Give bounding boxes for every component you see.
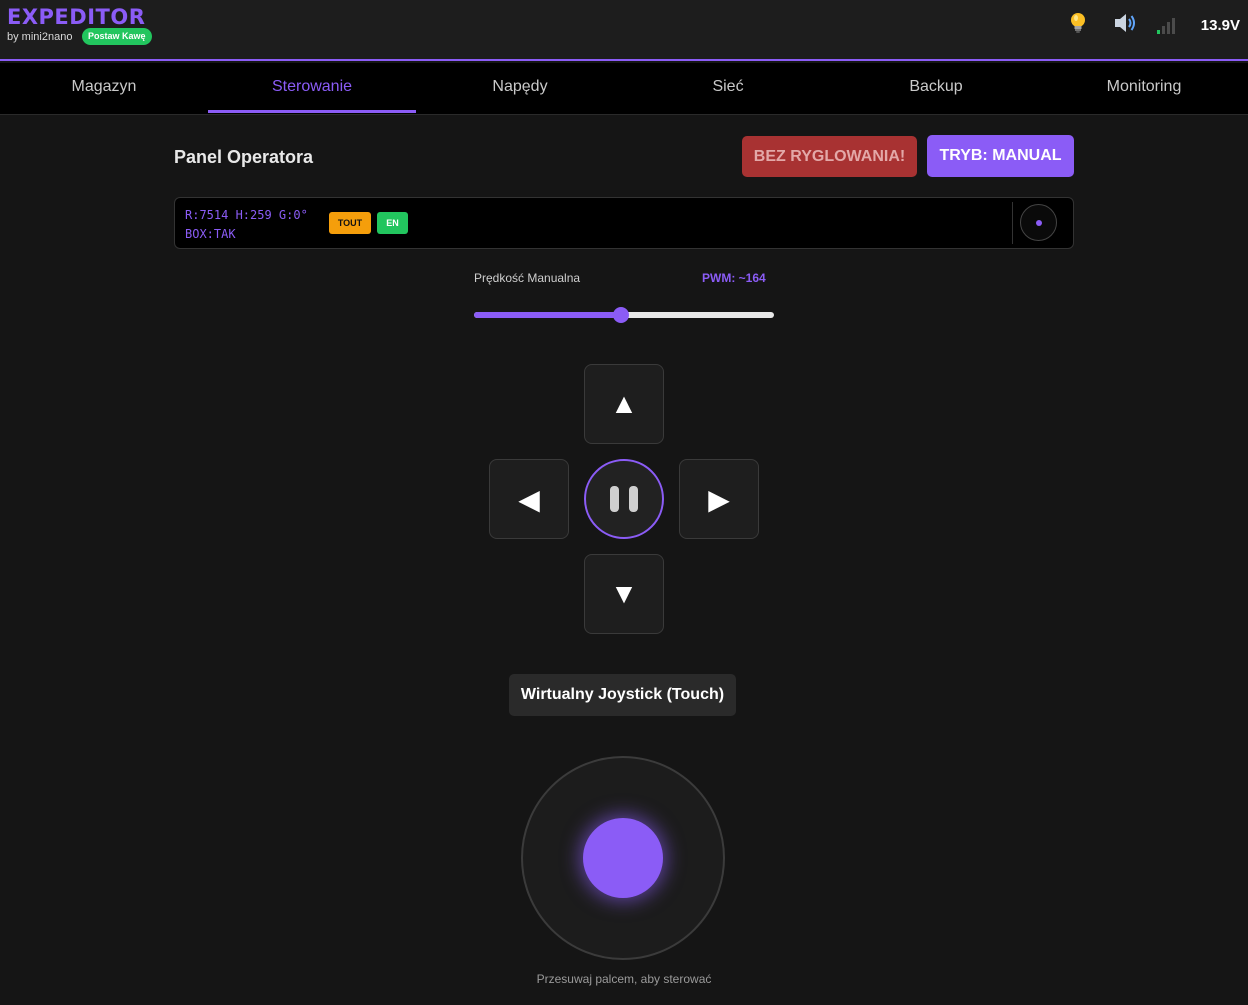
speed-label: Prędkość Manualna [474, 271, 581, 285]
tab-backup[interactable]: Backup [832, 63, 1040, 114]
tab-siec[interactable]: Sieć [624, 63, 832, 114]
pwm-readout: PWM: ~164 [702, 271, 766, 285]
bulb-icon[interactable] [1065, 10, 1091, 36]
interlock-toggle-button[interactable]: BEZ RYGLOWANIA! [742, 136, 917, 177]
arrow-left-icon: ◀ [518, 483, 540, 515]
timeout-badge: TOUT [329, 212, 371, 234]
app-subtitle: by mini2nano [7, 31, 73, 43]
slider-thumb[interactable] [613, 307, 629, 323]
joystick-hint: Przesuwaj palcem, aby sterować [536, 972, 712, 986]
tab-sterowanie[interactable]: Sterowanie [208, 63, 416, 114]
coffee-button[interactable]: Postaw Kawę [82, 28, 152, 45]
arrow-right-icon: ▶ [708, 483, 730, 515]
status-position-readout: R:7514 H:259 G:0° [185, 208, 308, 222]
move-down-button[interactable]: ▼ [584, 554, 664, 634]
arrow-down-icon: ▼ [610, 578, 638, 609]
stop-button[interactable] [584, 459, 664, 539]
move-up-button[interactable]: ▲ [584, 364, 664, 444]
slider-fill [474, 312, 621, 318]
joystick-knob[interactable] [583, 818, 663, 898]
app-title: EXPEDITOR [7, 5, 146, 29]
move-left-button[interactable]: ◀ [489, 459, 569, 539]
page-title: Panel Operatora [174, 147, 314, 167]
status-bar: R:7514 H:259 G:0° BOX:TAK TOUT EN [174, 197, 1074, 249]
status-indicator-button[interactable] [1020, 204, 1057, 241]
mode-toggle-button[interactable]: TRYB: MANUAL [927, 135, 1074, 177]
speaker-icon[interactable] [1112, 10, 1138, 36]
pause-icon [610, 486, 619, 512]
main-tabs: Magazyn Sterowanie Napędy Sieć Backup Mo… [0, 63, 1248, 115]
joystick-label: Wirtualny Joystick (Touch) [509, 674, 736, 716]
status-box-readout: BOX:TAK [185, 227, 236, 241]
move-right-button[interactable]: ▶ [679, 459, 759, 539]
tab-napedy[interactable]: Napędy [416, 63, 624, 114]
speed-slider[interactable] [474, 307, 774, 323]
enable-badge: EN [377, 212, 408, 234]
pause-icon [629, 486, 638, 512]
tab-magazyn[interactable]: Magazyn [0, 63, 208, 114]
arrow-up-icon: ▲ [610, 388, 638, 419]
app-header: EXPEDITOR by mini2nano Postaw Kawę 13.9V [0, 0, 1248, 61]
battery-voltage: 13.9V [1200, 17, 1240, 34]
tab-monitoring[interactable]: Monitoring [1040, 63, 1248, 114]
status-divider [1012, 202, 1013, 244]
signal-icon [1157, 18, 1175, 34]
